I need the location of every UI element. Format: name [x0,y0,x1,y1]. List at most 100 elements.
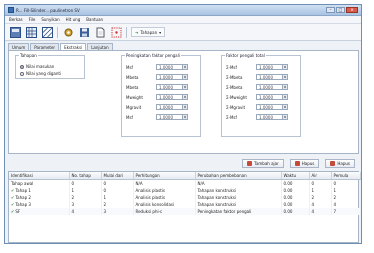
calc-icon[interactable] [9,26,21,38]
spin-icon[interactable]: ⬍ [282,95,287,99]
close-button[interactable]: ✕ [346,7,358,13]
cell: 4 [331,200,361,208]
field-row: Mgravit 1.0000 ⬍ [126,104,188,110]
tab-parameter[interactable]: Parameter [30,43,60,50]
grid-icon[interactable] [25,26,37,38]
add-phase-button[interactable]: Tambah ajar [242,159,284,168]
check-icon: ✔ [11,194,15,200]
app-window: R... Fill-Silinder... paulinetron SV – □… [4,4,362,244]
col-mulai-dari[interactable]: Mulai dari [101,172,134,180]
col-air[interactable]: Air [309,172,332,180]
settings-icon[interactable] [62,26,74,38]
multiplier-input[interactable]: 1.0000 ⬍ [156,74,188,80]
radio-selected-icon [20,64,24,69]
spin-icon[interactable]: ⬍ [282,65,287,69]
save-icon[interactable] [78,26,90,38]
total-input[interactable]: 1.0000 ⬍ [256,104,288,110]
cell: 0 [331,179,361,187]
cell: 0 [69,179,102,187]
parameters-panel: Tahapan Nilai masukan Nilai yang diganti… [8,50,359,154]
field-row: Msf 1.0000 ⬍ [126,64,188,70]
field-label: Mbeta [126,74,139,80]
chevron-down-icon: ▾ [159,29,162,35]
spin-icon[interactable]: ⬍ [182,115,187,119]
tab-strip: Umum Parameter Ekstraksi Lanjutan [5,43,361,50]
menu-file[interactable]: File [29,17,36,22]
cell: 0 [101,179,134,187]
maximize-button[interactable]: □ [336,7,345,13]
tab-lanjutan[interactable]: Lanjutan [87,43,113,50]
col-perhitungan[interactable]: Perhitungan [133,172,196,180]
delete-phase-button[interactable]: Hapus [289,159,320,168]
table-row[interactable]: ✔Tahap 2 2 1 Analisis plastis Tahapan ko… [9,193,361,201]
field-label: Σ-Mgravit [226,104,246,110]
col-pembebanan[interactable]: Perubahan pembebanan [195,172,282,180]
document-icon[interactable] [94,26,106,38]
table-row[interactable]: ✔SF 4 3 Reduksi phi-c Peningkatan faktor… [9,207,361,215]
multiplier-group: Peningkatan faktor pengali Msf 1.0000 ⬍ M… [121,53,201,137]
minimize-button[interactable]: – [326,7,335,13]
radio-label: Nilai masukan [26,64,55,69]
field-row: Mbeta 1.0000 ⬍ [126,74,188,80]
add-phase-label: Tambah ajar [254,161,279,166]
phases-table: Identifikasi No. tahap Mulai dari Perhit… [8,171,361,243]
field-row: Σ-Mbeta 1.0000 ⬍ [226,84,288,90]
mesh-icon[interactable] [41,26,53,38]
cell-text: Tahap 3 [15,201,31,207]
toolbar-separator [126,26,127,38]
table-row[interactable]: Tahap awal 0 0 N/A N/A 0.00 0 0 [9,179,361,187]
cell: ✔Tahap 3 [9,200,70,208]
cell: Tahapan konstruksi [195,193,282,201]
tahapan-button[interactable]: ➜ Tahapan ▾ [131,27,166,37]
delete-phase-icon [294,161,300,166]
spin-icon[interactable]: ⬍ [182,95,187,99]
multiplier-input[interactable]: 1.0000 ⬍ [156,114,188,120]
cell: 0.00 [281,179,310,187]
col-identifikasi[interactable]: Identifikasi [9,172,70,180]
total-input[interactable]: 1.0000 ⬍ [256,64,288,70]
multiplier-input[interactable]: 1.0000 ⬍ [156,104,188,110]
field-value: 1.0000 [159,74,173,80]
spin-icon[interactable]: ⬍ [282,75,287,79]
remove-phase-label: Hapus [337,161,350,166]
total-input[interactable]: 1.0000 ⬍ [256,114,288,120]
radio-nilai-diganti[interactable]: Nilai yang diganti [20,71,61,76]
tab-umum[interactable]: Umum [8,43,30,50]
cell: 1 [309,186,332,194]
add-phase-icon [247,161,253,166]
menu-sunyikan[interactable]: Sunyikan [41,17,59,22]
cell: 2 [69,193,102,201]
remove-phase-button[interactable]: Hapus [325,159,355,168]
table-row[interactable]: ✔Tahap 3 3 2 Analisis konsolidasi Tahapa… [9,200,361,208]
spin-icon[interactable]: ⬍ [282,115,287,119]
cell-text: SF [15,208,21,214]
select-points-icon[interactable] [110,26,122,38]
table-row[interactable]: ✔Tahap 1 1 0 Analisis plastis Tahapan ko… [9,186,361,194]
field-label: Msf [126,114,133,120]
spin-icon[interactable]: ⬍ [282,85,287,89]
multiplier-input[interactable]: 1.0000 ⬍ [156,64,188,70]
multiplier-input[interactable]: 1.0000 ⬍ [156,94,188,100]
toolbar-separator [57,26,58,38]
total-input[interactable]: 1.0000 ⬍ [256,74,288,80]
spin-icon[interactable]: ⬍ [182,75,187,79]
cell: N/A [133,179,196,187]
spin-icon[interactable]: ⬍ [182,105,187,109]
tab-ekstraksi[interactable]: Ekstraksi [60,43,87,50]
radio-nilai-masukan[interactable]: Nilai masukan [20,64,54,69]
multiplier-input[interactable]: 1.0000 ⬍ [156,84,188,90]
field-row: Σ-Mweight 1.0000 ⬍ [226,94,288,100]
spin-icon[interactable]: ⬍ [282,105,287,109]
spin-icon[interactable]: ⬍ [182,65,187,69]
menu-berkas[interactable]: Berkas [9,17,23,22]
col-waktu[interactable]: Waktu [281,172,310,180]
menu-hitung[interactable]: Hit ung [66,17,81,22]
total-input[interactable]: 1.0000 ⬍ [256,94,288,100]
menu-bantuan[interactable]: Bantuan [86,17,103,22]
col-no-tahap[interactable]: No. tahap [69,172,102,180]
field-value: 1.0000 [259,74,273,80]
total-input[interactable]: 1.0000 ⬍ [256,84,288,90]
spin-icon[interactable]: ⬍ [182,85,187,89]
col-pemula[interactable]: Pemula [331,172,361,180]
field-row: Σ-Mbeta 1.0000 ⬍ [226,74,288,80]
